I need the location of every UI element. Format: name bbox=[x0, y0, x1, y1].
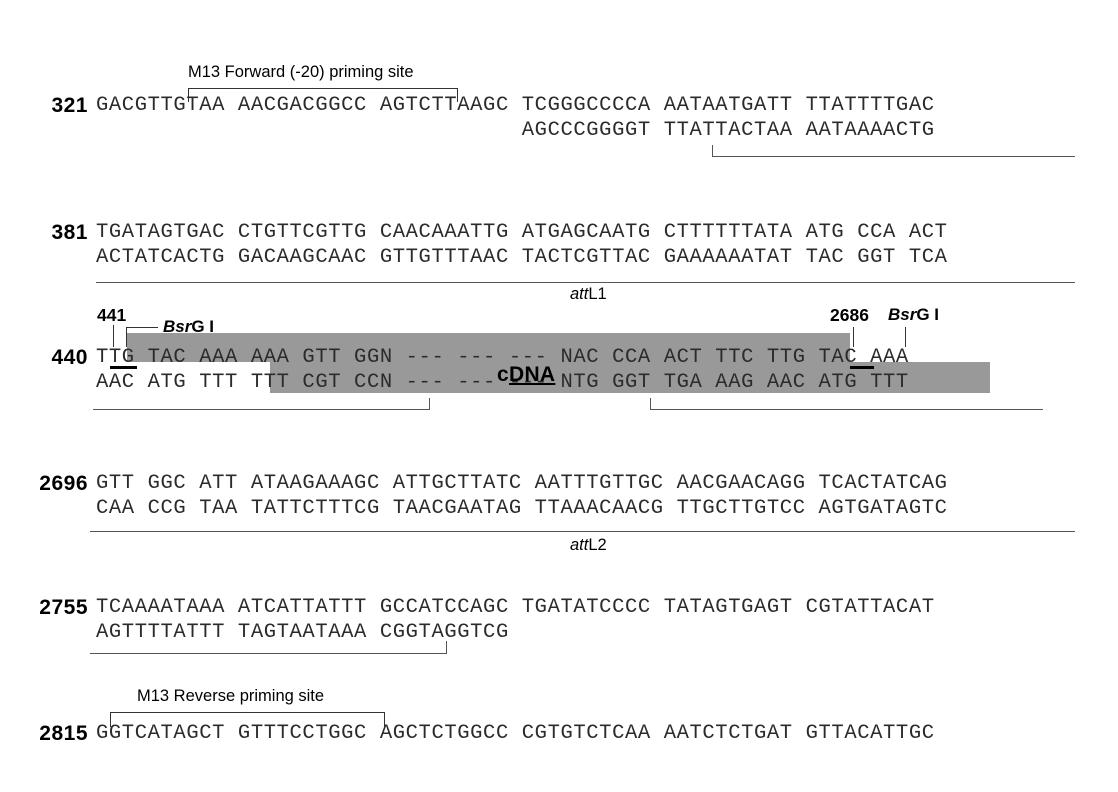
row-2696-bottom-strand: CAA CCG TAA TATTCTTTCG TAACGAATAG TTAAAC… bbox=[96, 497, 948, 520]
bsrg1-left-label-italic: Bsr bbox=[163, 317, 192, 336]
attl2-label-plain: L2 bbox=[588, 536, 607, 554]
position-2686-tick bbox=[853, 327, 854, 347]
bsrg1-right-tick bbox=[905, 327, 906, 347]
cdna-label-text-part1: c bbox=[497, 363, 509, 386]
cdna-label-text-part2: DNA bbox=[508, 363, 556, 386]
row-2696-top-strand: GTT GGC ATT ATAAGAAAGC ATTGCTTATC AATTTG… bbox=[96, 472, 948, 495]
row-number-2755: 2755 bbox=[39, 596, 88, 619]
attl1-label: attL1 bbox=[570, 285, 607, 304]
bsrg1-right-cut-underline bbox=[850, 366, 874, 369]
row-2815-top-strand: GGTCATAGCT GTTTCCTGGC AGCTCTGGCC CGTGTCT… bbox=[96, 722, 935, 745]
bsrg1-left-cut-underline bbox=[110, 366, 137, 369]
attl1-rule-segment-2 bbox=[96, 282, 1075, 283]
attl1-end-rule bbox=[93, 409, 430, 410]
attl1-rule-segment-1 bbox=[712, 156, 1075, 157]
row-321-top-strand: GACGTTGTAA AACGACGGCC AGTCTTAAGC TCGGGCC… bbox=[96, 94, 935, 117]
attl2-end-rule bbox=[90, 653, 447, 654]
attl2-label-italic: att bbox=[570, 536, 589, 554]
m13-forward-label: M13 Forward (-20) priming site bbox=[188, 63, 414, 81]
attl2-label: attL2 bbox=[570, 536, 607, 555]
position-2686-label: 2686 bbox=[830, 305, 869, 325]
row-2755-top-strand: TCAAAATAAA ATCATTATTT GCCATCCAGC TGATATC… bbox=[96, 596, 935, 619]
position-441-label: 441 bbox=[97, 305, 127, 325]
row-381-bottom-strand: ACTATCACTG GACAAGCAAC GTTGTTTAAC TACTCGT… bbox=[96, 246, 948, 269]
position-441-tick bbox=[113, 325, 114, 347]
m13-forward-bracket-rule bbox=[188, 88, 458, 89]
row-number-440: 440 bbox=[51, 346, 88, 369]
row-number-381: 381 bbox=[51, 221, 88, 244]
row-381-top-strand: TGATAGTGAC CTGTTCGTTG CAACAAATTG ATGAGCA… bbox=[96, 221, 948, 244]
attl2-end-tick bbox=[446, 641, 447, 654]
m13-reverse-bracket-rule bbox=[110, 712, 385, 713]
attl1-label-plain: L1 bbox=[588, 285, 607, 303]
attl1-label-italic: att bbox=[570, 285, 589, 303]
bsrg1-right-label: BsrG I bbox=[888, 305, 939, 325]
bsrg1-left-leader-vertical bbox=[126, 327, 127, 347]
sequence-map-figure: M13 Forward (-20) priming site 321 GACGT… bbox=[0, 0, 1118, 792]
bsrg1-left-label-plain: G I bbox=[191, 317, 215, 336]
bsrg1-left-leader-horizontal bbox=[126, 327, 158, 328]
row-number-2696: 2696 bbox=[39, 472, 88, 495]
bsrg1-left-label: BsrG I bbox=[163, 317, 214, 337]
row-number-2815: 2815 bbox=[39, 722, 88, 745]
bsrg1-right-label-plain: G I bbox=[916, 305, 940, 324]
row-number-321: 321 bbox=[51, 94, 88, 117]
m13-reverse-label: M13 Reverse priming site bbox=[137, 687, 325, 705]
attl2-rule-segment-2 bbox=[90, 531, 1075, 532]
attl2-rule-segment-1 bbox=[650, 409, 1043, 410]
attl1-end-tick bbox=[429, 398, 430, 410]
bsrg1-right-label-italic: Bsr bbox=[888, 305, 917, 324]
row-321-bottom-strand: AGCCCGGGGT TTATTACTAA AATAAAACTG bbox=[96, 119, 935, 142]
cdna-label: cDNA bbox=[497, 363, 555, 387]
